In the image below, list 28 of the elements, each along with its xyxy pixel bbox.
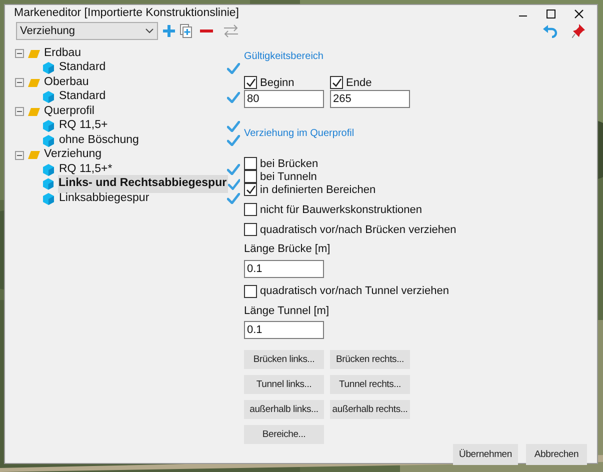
checkbox-label: Beginn: [260, 76, 294, 90]
section-title: Verziehung im Querprofil: [244, 127, 356, 142]
checkbox-label: quadratisch vor/nach Tunnel verziehen: [260, 284, 449, 299]
checkbox-label: bei Tunneln: [260, 170, 317, 184]
window-title: Markeneditor [Importierte Konstruktionslinie]: [14, 6, 240, 21]
dialog-button[interactable]: Übernehmen: [453, 444, 518, 466]
dialog-button[interactable]: Abbrechen: [526, 444, 587, 466]
length-field[interactable]: 0.1: [244, 260, 324, 278]
dialog-button[interactable]: Tunnel links...: [244, 375, 324, 394]
dialog-button[interactable]: Bereiche...: [244, 425, 324, 444]
checkbox-label: nicht für Bauwerkskonstruktionen: [260, 202, 422, 218]
section-title: Gültigkeitsbereich: [244, 50, 324, 64]
dialog-button[interactable]: außerhalb rechts...: [330, 400, 410, 420]
field-label: Länge Tunnel [m]: [244, 304, 330, 319]
checkbox-label: in definierten Bereichen: [260, 182, 376, 198]
dialog-button[interactable]: Brücken rechts...: [330, 350, 410, 370]
dialog-button[interactable]: Tunnel rechts...: [330, 375, 410, 394]
number-field[interactable]: 80: [244, 90, 324, 108]
checkbox-label: Ende: [346, 76, 372, 90]
number-field[interactable]: 265: [330, 90, 410, 108]
dialog-button[interactable]: außerhalb links...: [244, 400, 324, 420]
dialog-button[interactable]: Brücken links...: [244, 350, 324, 370]
checkbox-label: quadratisch vor/nach Brücken verziehen: [260, 222, 456, 238]
field-label: Länge Brücke [m]: [244, 242, 332, 258]
length-field[interactable]: 0.1: [244, 321, 324, 340]
dropdown[interactable]: Verziehung: [16, 22, 158, 40]
checkbox-label: bei Brücken: [260, 156, 318, 172]
tree-item[interactable]: Links- und Rechtsabbiegespur: [58, 175, 228, 193]
